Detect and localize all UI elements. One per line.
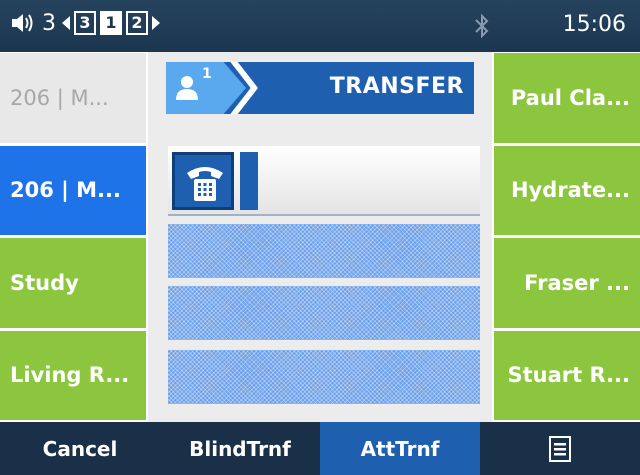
page-indicator-2[interactable]: 2 bbox=[126, 11, 148, 35]
line-key-label: Fraser ... bbox=[524, 270, 630, 295]
clock-time: 15:06 bbox=[562, 12, 626, 37]
line-key-right-3[interactable]: Fraser ... bbox=[492, 237, 640, 330]
empty-call-slot bbox=[168, 350, 480, 404]
line-key-label: 206 | M... bbox=[10, 178, 121, 203]
call-panel: 1 TRANSFER bbox=[148, 52, 492, 422]
cancel-button[interactable]: Cancel bbox=[0, 422, 160, 475]
line-key-left-2[interactable]: 206 | M... bbox=[0, 144, 148, 237]
line-key-right-2[interactable]: Hydrate... bbox=[492, 144, 640, 237]
line-key-label: Living R... bbox=[10, 363, 130, 388]
line-key-label: Stuart R... bbox=[507, 363, 630, 388]
line-key-label: Hydrate... bbox=[510, 178, 630, 203]
line-key-label: 206 | M... bbox=[10, 85, 109, 110]
line-key-right-4[interactable]: Stuart R... bbox=[492, 329, 640, 422]
empty-call-slot bbox=[168, 224, 480, 278]
line-key-label: Study bbox=[10, 270, 79, 295]
transfer-header: 1 TRANSFER bbox=[166, 62, 474, 114]
desk-phone-icon-box bbox=[172, 152, 234, 210]
page-left-arrow-icon[interactable] bbox=[62, 16, 70, 30]
menu-list-icon bbox=[549, 435, 571, 462]
status-bar: 3 3 1 2 15:06 bbox=[0, 0, 640, 52]
menu-button[interactable] bbox=[480, 422, 640, 475]
line-key-label: Paul Cla... bbox=[510, 85, 630, 110]
left-line-keys: 206 | M... 206 | M... Study Living R... bbox=[0, 52, 148, 422]
line-badge-number: 1 bbox=[202, 66, 212, 82]
input-cursor bbox=[240, 152, 258, 210]
right-line-keys: Paul Cla... Hydrate... Fraser ... Stuart… bbox=[492, 52, 640, 422]
active-line-number: 3 bbox=[42, 10, 56, 36]
blind-transfer-button[interactable]: BlindTrnf bbox=[160, 422, 320, 475]
transfer-title: TRANSFER bbox=[329, 74, 464, 99]
empty-call-slot bbox=[168, 286, 480, 340]
line-key-left-3[interactable]: Study bbox=[0, 237, 148, 330]
line-key-right-1[interactable]: Paul Cla... bbox=[492, 52, 640, 145]
person-icon bbox=[176, 76, 198, 100]
line-key-left-4[interactable]: Living R... bbox=[0, 329, 148, 422]
line-key-left-1[interactable]: 206 | M... bbox=[0, 52, 148, 145]
status-left-group: 3 3 1 2 bbox=[10, 10, 160, 36]
bluetooth-icon bbox=[475, 13, 489, 39]
page-right-arrow-icon[interactable] bbox=[152, 16, 160, 30]
softkey-bar: Cancel BlindTrnf AttTrnf bbox=[0, 422, 640, 475]
attended-transfer-button[interactable]: AttTrnf bbox=[320, 422, 480, 475]
page-indicator-1[interactable]: 1 bbox=[100, 11, 122, 35]
speaker-icon bbox=[12, 14, 33, 32]
active-call-row[interactable] bbox=[168, 146, 480, 216]
desk-phone-icon bbox=[187, 167, 223, 201]
page-indicator-3[interactable]: 3 bbox=[74, 11, 96, 35]
